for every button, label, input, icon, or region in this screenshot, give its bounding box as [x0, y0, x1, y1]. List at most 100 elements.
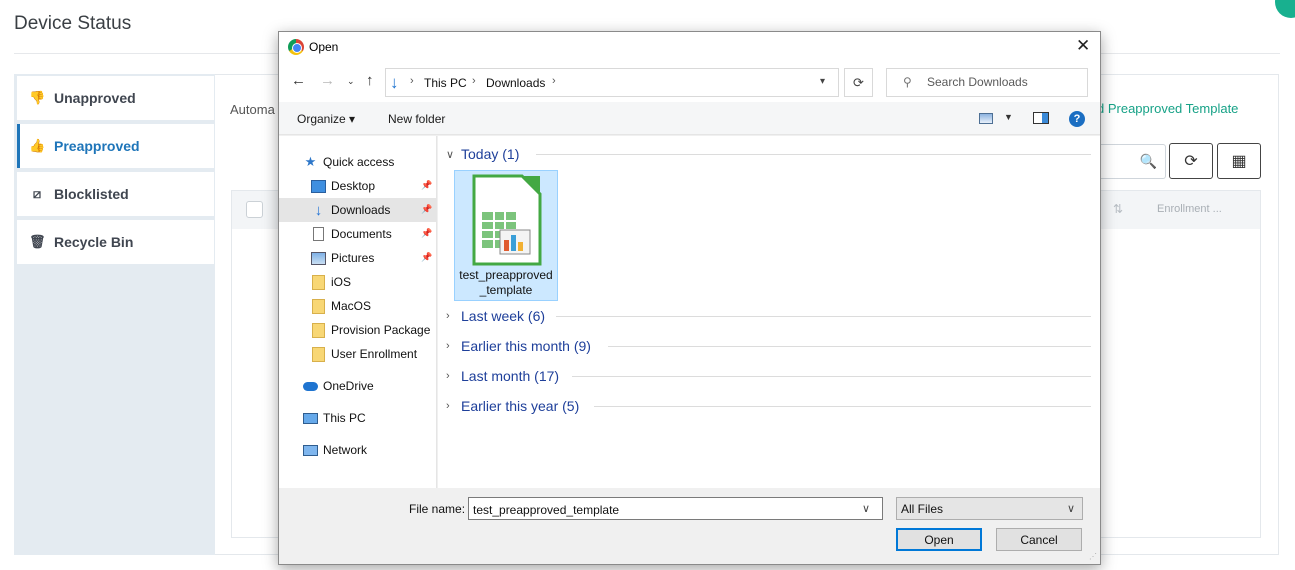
nav-folder-provision-package[interactable]: Provision Package — [311, 318, 430, 342]
sort-icon[interactable]: ⇅ — [1113, 202, 1123, 216]
recent-locations-icon[interactable]: ⌄ — [347, 76, 355, 87]
close-icon[interactable]: ✕ — [1076, 36, 1090, 56]
refresh-icon: ⟳ — [853, 74, 864, 90]
sidebar-item-label: Unapproved — [54, 90, 136, 106]
trash-icon: 🗑 — [29, 234, 46, 249]
chevron-right-icon: › — [446, 340, 450, 352]
document-icon — [313, 227, 324, 241]
pin-icon: 📌 — [421, 180, 433, 190]
dialog-titlebar[interactable]: Open ✕ — [279, 32, 1100, 62]
desktop-icon — [311, 179, 326, 193]
sidebar-item-label: Recycle Bin — [54, 234, 134, 250]
nav-documents[interactable]: Documents 📌 — [311, 222, 436, 246]
chevron-down-icon[interactable]: ∨ — [1067, 502, 1075, 515]
nav-onedrive[interactable]: OneDrive — [303, 374, 374, 398]
refresh-folder-button[interactable]: ⟳ — [844, 68, 873, 97]
nav-folder-user-enrollment[interactable]: User Enrollment — [311, 342, 417, 366]
breadcrumb-downloads[interactable]: Downloads — [486, 76, 545, 90]
sidebar-item-recycle-bin[interactable]: 🗑 Recycle Bin — [17, 220, 214, 264]
file-name-label: File name: — [409, 502, 466, 516]
folder-icon — [312, 322, 325, 338]
refresh-button[interactable]: ⟳ — [1169, 143, 1213, 179]
nav-pictures[interactable]: Pictures 📌 — [311, 246, 436, 270]
nav-downloads[interactable]: ↓ Downloads 📌 — [279, 198, 436, 222]
nav-quick-access[interactable]: ★ Quick access — [303, 150, 395, 174]
downloads-icon: ↓ — [314, 201, 323, 219]
up-arrow-icon[interactable]: ↑ — [366, 72, 374, 89]
breadcrumb-separator-icon[interactable]: › — [472, 75, 476, 87]
change-view-icon[interactable] — [979, 113, 993, 124]
sidebar-item-label: Blocklisted — [54, 186, 129, 202]
forward-arrow-icon[interactable]: → — [320, 72, 335, 89]
chevron-down-icon[interactable]: ▾ — [820, 76, 825, 87]
dialog-title: Open — [309, 40, 339, 54]
group-last-week[interactable]: › Last week (6) — [446, 306, 1092, 326]
dialog-footer: File name: test_preapproved_template ∨ A… — [279, 488, 1100, 564]
nav-folder-macos[interactable]: MacOS — [311, 294, 371, 318]
chevron-right-icon: › — [446, 310, 450, 322]
column-settings-button[interactable]: ▦ — [1217, 143, 1261, 179]
open-button[interactable]: Open — [896, 528, 982, 551]
breadcrumb-this-pc[interactable]: This PC — [424, 76, 467, 90]
sidebar-item-preapproved[interactable]: 👍 Preapproved — [17, 124, 214, 168]
file-type-select[interactable]: All Files ∨ — [896, 497, 1083, 520]
file-name-label: test_preapproved _template — [459, 268, 553, 297]
refresh-icon: ⟳ — [1184, 153, 1198, 170]
select-all-checkbox[interactable] — [246, 201, 263, 218]
nav-network[interactable]: Network — [303, 438, 367, 462]
network-icon — [303, 444, 318, 456]
sidebar-item-unapproved[interactable]: 👎 Unapproved — [17, 76, 214, 120]
grid-icon: ▦ — [1231, 153, 1247, 170]
device-search-input[interactable]: 🔍 — [1098, 144, 1166, 179]
breadcrumb-separator-icon[interactable]: › — [552, 75, 556, 87]
thumbs-down-icon: 👎 — [29, 90, 46, 105]
group-last-month[interactable]: › Last month (17) — [446, 366, 1092, 386]
chevron-down-icon[interactable]: ▼ — [1004, 112, 1013, 122]
back-arrow-icon[interactable]: ← — [291, 72, 306, 89]
folder-icon — [312, 298, 325, 314]
automation-text: Automa — [230, 102, 275, 117]
dialog-toolbar: Organize ▾ New folder ▼ ? — [279, 102, 1100, 135]
nav-desktop[interactable]: Desktop 📌 — [311, 174, 436, 198]
file-list-pane: ∨ Today (1) test_preapproved _template ›… — [438, 136, 1100, 488]
star-icon: ★ — [304, 154, 317, 169]
pin-icon: 📌 — [421, 252, 433, 262]
nav-folder-ios[interactable]: iOS — [311, 270, 351, 294]
download-template-link[interactable]: d Preapproved Template — [1097, 101, 1238, 116]
pictures-icon — [311, 251, 326, 265]
breadcrumb-separator-icon[interactable]: › — [410, 75, 414, 87]
file-item-test-preapproved-template[interactable]: test_preapproved _template — [454, 170, 558, 301]
sidebar-item-label: Preapproved — [54, 138, 140, 154]
help-icon[interactable]: ? — [1069, 111, 1085, 127]
sidebar-item-blocklisted[interactable]: ⧄ Blocklisted — [17, 172, 214, 216]
file-name-input[interactable]: test_preapproved_template ∨ — [468, 497, 883, 520]
chevron-right-icon: › — [446, 400, 450, 412]
search-downloads-field[interactable]: ⚲ — [886, 68, 1088, 97]
new-folder-button[interactable]: New folder — [388, 112, 445, 126]
resize-grip-icon[interactable]: ⋰ — [1089, 552, 1097, 561]
file-type-value: All Files — [901, 502, 944, 516]
pin-icon: 📌 — [421, 228, 433, 238]
folder-icon — [312, 274, 325, 290]
group-earlier-this-year[interactable]: › Earlier this year (5) — [446, 396, 1092, 416]
cancel-button[interactable]: Cancel — [996, 528, 1082, 551]
address-bar[interactable]: ↓ › This PC › Downloads › ▾ — [385, 68, 839, 97]
group-earlier-this-month[interactable]: › Earlier this month (9) — [446, 336, 1092, 356]
search-icon[interactable]: 🔍 — [1140, 153, 1157, 170]
thumbs-up-icon: 👍 — [29, 138, 46, 153]
column-enrollment[interactable]: Enrollment ... — [1157, 203, 1222, 215]
help-fab-button[interactable] — [1275, 0, 1295, 18]
nav-this-pc[interactable]: This PC — [303, 406, 366, 430]
chrome-icon — [288, 39, 304, 55]
open-file-dialog: Open ✕ ← → ⌄ ↑ ↓ › This PC › Downloads ›… — [278, 31, 1101, 565]
group-today[interactable]: ∨ Today (1) — [446, 144, 1092, 164]
page-title: Device Status — [14, 13, 132, 34]
organize-menu[interactable]: Organize ▾ — [297, 112, 355, 126]
navigation-pane: ★ Quick access Desktop 📌 ↓ Downloads 📌 D… — [279, 136, 437, 488]
preview-pane-icon[interactable] — [1033, 112, 1049, 124]
computer-icon — [303, 412, 318, 424]
cloud-icon — [303, 381, 318, 391]
chevron-right-icon: › — [446, 370, 450, 382]
chevron-down-icon[interactable]: ∨ — [862, 502, 870, 515]
search-downloads-input[interactable] — [927, 75, 1077, 89]
